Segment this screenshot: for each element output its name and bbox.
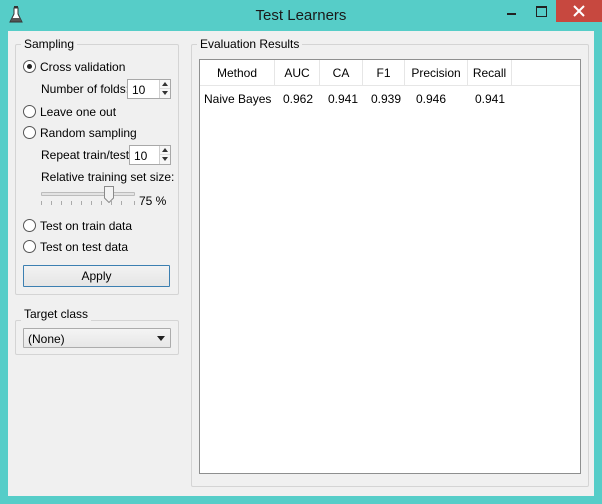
target-class-value: (None) <box>28 332 65 346</box>
number-of-folds-spinbox[interactable]: 10 <box>127 79 171 99</box>
repeat-train-test-spinbox[interactable]: 10 <box>129 145 171 165</box>
spin-down-icon[interactable] <box>160 89 170 98</box>
target-class-select[interactable]: (None) <box>23 328 171 348</box>
relative-training-size-value: 75 % <box>139 194 167 208</box>
random-sampling-radio[interactable] <box>23 126 36 139</box>
slider-ticks <box>41 201 135 207</box>
spin-down-icon[interactable] <box>160 155 170 164</box>
column-header-recall[interactable]: Recall <box>468 60 512 86</box>
cell-recall: 0.941 <box>475 92 506 106</box>
table-header: Method AUC CA F1 Precision Recall <box>200 60 580 86</box>
cell-auc: 0.962 <box>283 92 314 106</box>
test-on-train-label[interactable]: Test on train data <box>40 219 132 233</box>
spin-up-icon[interactable] <box>160 80 170 89</box>
relative-training-size-slider[interactable] <box>41 186 135 208</box>
relative-training-size-label: Relative training set size: <box>41 170 175 184</box>
evaluation-results-group-title: Evaluation Results <box>197 37 303 51</box>
repeat-train-test-label: Repeat train/test <box>41 148 130 162</box>
random-sampling-label[interactable]: Random sampling <box>40 126 137 140</box>
cross-validation-radio[interactable] <box>23 60 36 73</box>
repeat-train-test-arrows <box>159 146 170 164</box>
results-table[interactable]: Method AUC CA F1 Precision Recall Naive … <box>199 59 581 474</box>
close-icon <box>573 5 585 17</box>
leave-one-out-radio[interactable] <box>23 105 36 118</box>
cross-validation-label[interactable]: Cross validation <box>40 60 125 74</box>
maximize-button[interactable] <box>527 0 555 22</box>
number-of-folds-value: 10 <box>132 83 146 97</box>
sampling-group-title: Sampling <box>21 37 78 51</box>
slider-handle[interactable] <box>104 186 114 203</box>
cell-precision: 0.946 <box>416 92 447 106</box>
slider-track <box>41 192 135 196</box>
cell-method: Naive Bayes <box>204 92 272 106</box>
column-header-method[interactable]: Method <box>200 60 275 86</box>
test-on-test-radio[interactable] <box>23 240 36 253</box>
number-of-folds-arrows <box>159 80 170 98</box>
cell-ca: 0.941 <box>328 92 359 106</box>
title-bar[interactable]: Test Learners <box>0 0 602 31</box>
cell-f1: 0.939 <box>371 92 402 106</box>
column-header-ca[interactable]: CA <box>320 60 363 86</box>
target-class-group-title: Target class <box>21 307 92 321</box>
apply-button[interactable]: Apply <box>23 265 170 287</box>
number-of-folds-label: Number of folds: <box>41 82 130 96</box>
test-on-train-radio[interactable] <box>23 219 36 232</box>
close-button[interactable] <box>556 0 602 22</box>
column-header-precision[interactable]: Precision <box>405 60 468 86</box>
spin-up-icon[interactable] <box>160 146 170 155</box>
column-header-f1[interactable]: F1 <box>363 60 405 86</box>
column-header-auc[interactable]: AUC <box>275 60 320 86</box>
leave-one-out-label[interactable]: Leave one out <box>40 105 116 119</box>
repeat-train-test-value: 10 <box>134 149 148 163</box>
chevron-down-icon <box>157 336 165 341</box>
minimize-button[interactable] <box>496 0 526 22</box>
main-panel: Sampling Cross validation Number of fold… <box>8 31 594 496</box>
test-on-test-label[interactable]: Test on test data <box>40 240 128 254</box>
